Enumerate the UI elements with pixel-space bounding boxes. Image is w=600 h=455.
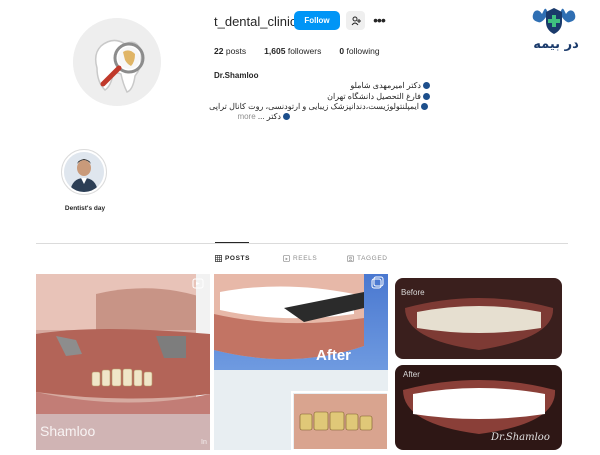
doctor-portrait-icon bbox=[64, 152, 104, 192]
following-stat[interactable]: 0 following bbox=[339, 46, 379, 56]
reels-icon bbox=[283, 255, 290, 262]
after-label: After bbox=[403, 370, 420, 379]
followers-stat[interactable]: 1,605 followers bbox=[264, 46, 321, 56]
tab-posts[interactable]: POSTS bbox=[215, 255, 250, 262]
tab-reels[interactable]: REELS bbox=[283, 255, 317, 262]
highlight-label: Dentist's day bbox=[64, 205, 106, 212]
before-label: Before bbox=[401, 288, 425, 297]
bio-name: Dr.Shamloo bbox=[214, 71, 259, 80]
post-thumbnail[interactable]: Before After Dr.Shamloo bbox=[395, 278, 562, 450]
post-watermark: Shamloo bbox=[40, 423, 95, 439]
story-highlight[interactable] bbox=[61, 149, 107, 195]
profile-avatar[interactable] bbox=[73, 18, 161, 106]
posts-stat: 22 posts bbox=[214, 46, 247, 56]
bio-line: ایمپلنتولوژیست،دندانپزشک زیبایی و ارتودن… bbox=[209, 102, 428, 111]
post-watermark-tail: In bbox=[201, 439, 207, 446]
suggested-users-button[interactable] bbox=[346, 11, 365, 30]
blue-dot-icon bbox=[423, 82, 430, 90]
more-options-button[interactable]: ••• bbox=[370, 12, 388, 28]
brand-logo-text: در بیمه bbox=[533, 37, 579, 52]
post-overlay-label: After bbox=[316, 347, 351, 364]
bio-line: دکتر امیرمهدی شاملو bbox=[350, 81, 430, 90]
grid-icon bbox=[215, 255, 222, 262]
profile-stats: 22 posts 1,605 followers 0 following bbox=[214, 46, 380, 56]
bio-line: فارغ التحصیل دانشگاه تهران bbox=[327, 92, 430, 101]
more-options-icon: ••• bbox=[373, 12, 386, 28]
post-thumbnail[interactable]: Shamloo In bbox=[36, 274, 210, 450]
add-person-icon bbox=[351, 16, 361, 25]
profile-username: t_dental_clinic bbox=[214, 14, 297, 29]
highlight-thumbnail bbox=[64, 152, 104, 192]
bio-more-link[interactable]: more bbox=[237, 112, 255, 121]
tabs-divider bbox=[36, 243, 568, 244]
dental-photo-image: Shamloo In bbox=[36, 274, 210, 450]
tagged-icon bbox=[347, 255, 354, 262]
before-after-image: Before After Dr.Shamloo bbox=[395, 278, 562, 450]
blue-dot-icon bbox=[423, 93, 430, 101]
tooth-magnifier-icon bbox=[73, 18, 161, 106]
blue-dot-icon bbox=[421, 103, 428, 111]
bio-line: دکتر ... more bbox=[237, 112, 290, 121]
follow-button[interactable]: Follow bbox=[294, 11, 340, 30]
blue-dot-icon bbox=[283, 113, 290, 121]
post-signature: Dr.Shamloo bbox=[490, 432, 550, 443]
tab-tagged[interactable]: TAGGED bbox=[347, 255, 388, 262]
dental-photo-image: After bbox=[214, 274, 388, 450]
post-thumbnail[interactable]: After bbox=[214, 274, 388, 450]
active-tab-indicator bbox=[215, 242, 249, 243]
